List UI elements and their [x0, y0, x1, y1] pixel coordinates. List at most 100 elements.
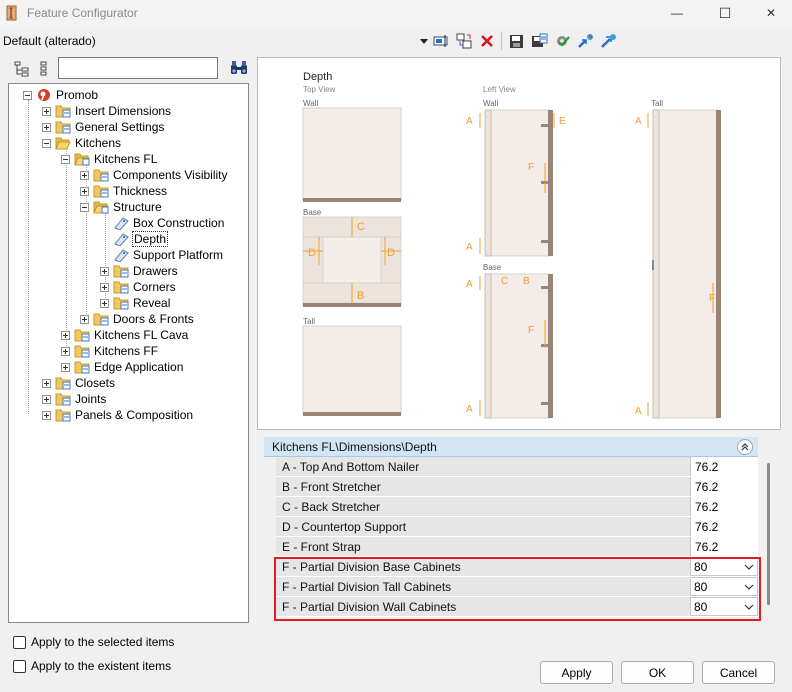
expand-icon[interactable] — [42, 106, 51, 116]
tree-node-thickness[interactable]: Thickness — [80, 183, 168, 199]
tree-node-support-platform[interactable]: Support Platform — [113, 247, 224, 263]
minimize-button[interactable]: — — [654, 0, 700, 26]
expand-icon[interactable] — [80, 314, 89, 324]
tree-node-insert-dimensions[interactable]: Insert Dimensions — [42, 103, 172, 119]
folder-icon — [74, 329, 90, 342]
chevron-down-icon — [744, 564, 754, 570]
collapse-all-icon[interactable] — [36, 60, 54, 78]
tree-search-input[interactable] — [58, 57, 218, 79]
collapse-group-button[interactable] — [737, 439, 753, 455]
property-row[interactable]: A - Top And Bottom Nailer 76.2 — [276, 457, 758, 477]
expand-icon[interactable] — [42, 410, 51, 420]
dim-c-label: C — [357, 221, 365, 233]
tree-node-structure[interactable]: Structure — [80, 199, 163, 215]
property-group-header[interactable]: Kitchens FL\Dimensions\Depth — [264, 437, 758, 457]
dim-f-wall-label: F — [528, 162, 534, 173]
tag-icon — [114, 249, 129, 262]
chevron-down-icon — [744, 584, 754, 590]
export-icon[interactable] — [599, 32, 617, 50]
property-value-input[interactable]: 76.2 — [690, 537, 758, 556]
binoculars-icon[interactable] — [230, 60, 248, 76]
cancel-button[interactable]: Cancel — [702, 661, 775, 684]
copy-configuration-icon[interactable] — [455, 32, 473, 50]
validate-settings-icon[interactable] — [553, 32, 571, 50]
property-row[interactable]: C - Back Stretcher 76.2 — [276, 497, 758, 517]
folder-icon — [113, 281, 129, 294]
expand-all-icon[interactable] — [13, 60, 31, 78]
tree-node-kitchens[interactable]: Kitchens — [42, 135, 122, 151]
collapse-icon[interactable] — [42, 138, 51, 148]
tree-node-drawers[interactable]: Drawers — [100, 263, 179, 279]
collapse-icon[interactable] — [61, 154, 70, 164]
folder-icon — [55, 105, 71, 118]
collapse-icon[interactable] — [80, 202, 89, 212]
expand-icon[interactable] — [80, 186, 89, 196]
expand-icon[interactable] — [100, 282, 109, 292]
expand-icon[interactable] — [80, 170, 89, 180]
tree-node-kitchens-fl[interactable]: Kitchens FL — [61, 151, 158, 167]
apply-button[interactable]: Apply — [540, 661, 613, 684]
property-scrollbar[interactable] — [767, 463, 770, 605]
property-row[interactable]: D - Countertop Support 76.2 — [276, 517, 758, 537]
save-icon[interactable] — [507, 32, 525, 50]
dim-f-base-label: F — [528, 325, 534, 336]
property-row[interactable]: F - Partial Division Base Cabinets 80 — [276, 557, 758, 577]
checkbox-box[interactable] — [13, 659, 26, 673]
apply-selected-checkbox[interactable]: Apply to the selected items — [13, 634, 174, 650]
feature-tree[interactable]: Promob Insert Dimensions General Setting… — [8, 83, 249, 623]
tree-node-promob[interactable]: Promob — [23, 87, 99, 103]
property-row[interactable]: F - Partial Division Wall Cabinets 80 — [276, 597, 758, 617]
tree-node-kitchens-ff[interactable]: Kitchens FF — [61, 343, 159, 359]
property-value-input[interactable]: 76.2 — [690, 517, 758, 536]
property-row[interactable]: B - Front Stretcher 76.2 — [276, 477, 758, 497]
maximize-button[interactable]: ☐ — [702, 0, 748, 26]
property-row[interactable]: F - Partial Division Tall Cabinets 80 — [276, 577, 758, 597]
property-value-select[interactable]: 80 — [690, 597, 758, 616]
property-value-select[interactable]: 80 — [690, 577, 758, 596]
tree-node-general-settings[interactable]: General Settings — [42, 119, 165, 135]
dim-a-wall-bottom-label: A — [466, 242, 473, 253]
tree-node-corners[interactable]: Corners — [100, 279, 177, 295]
tree-node-doors-fronts[interactable]: Doors & Fronts — [80, 311, 195, 327]
tree-node-kitchens-fl-cava[interactable]: Kitchens FL Cava — [61, 327, 189, 343]
property-row[interactable]: E - Front Strap 76.2 — [276, 537, 758, 557]
top-wall-label: Wall — [303, 99, 318, 108]
expand-icon[interactable] — [100, 266, 109, 276]
expand-icon[interactable] — [61, 330, 70, 340]
window-title: Feature Configurator — [27, 6, 138, 20]
tree-node-panels-composition[interactable]: Panels & Composition — [42, 407, 194, 423]
dim-d-right-label: D — [387, 247, 395, 259]
main-toolbar: Default (alterado) — [0, 29, 792, 53]
import-icon[interactable] — [576, 32, 594, 50]
apply-existent-checkbox[interactable]: Apply to the existent items — [13, 658, 171, 674]
app-icon — [6, 5, 17, 21]
checkbox-box[interactable] — [13, 635, 26, 649]
tree-node-components-visibility[interactable]: Components Visibility — [80, 167, 229, 183]
tree-node-reveal[interactable]: Reveal — [100, 295, 171, 311]
property-value-select[interactable]: 80 — [690, 557, 758, 576]
rename-icon[interactable] — [432, 32, 450, 50]
close-button[interactable]: ✕ — [748, 0, 792, 26]
expand-icon[interactable] — [42, 394, 51, 404]
property-value-input[interactable]: 76.2 — [690, 497, 758, 516]
collapse-icon[interactable] — [23, 90, 32, 100]
expand-icon[interactable] — [42, 378, 51, 388]
property-value-input[interactable]: 76.2 — [690, 457, 758, 476]
tree-node-edge-application[interactable]: Edge Application — [61, 359, 184, 375]
expand-icon[interactable] — [100, 298, 109, 308]
configuration-dropdown-icon[interactable] — [418, 31, 430, 51]
property-value-input[interactable]: 76.2 — [690, 477, 758, 496]
delete-icon[interactable] — [478, 32, 496, 50]
expand-icon[interactable] — [42, 122, 51, 132]
tree-node-joints[interactable]: Joints — [42, 391, 107, 407]
dim-a-base-top-label: A — [466, 279, 473, 290]
ok-button[interactable]: OK — [621, 661, 694, 684]
tree-node-closets[interactable]: Closets — [42, 375, 116, 391]
tree-node-depth[interactable]: Depth — [113, 231, 169, 247]
expand-icon[interactable] — [61, 346, 70, 356]
tree-node-box-construction[interactable]: Box Construction — [113, 215, 225, 231]
configuration-select[interactable]: Default (alterado) — [2, 31, 428, 51]
dim-b-label: B — [357, 290, 364, 302]
save-as-icon[interactable] — [530, 32, 548, 50]
expand-icon[interactable] — [61, 362, 70, 372]
